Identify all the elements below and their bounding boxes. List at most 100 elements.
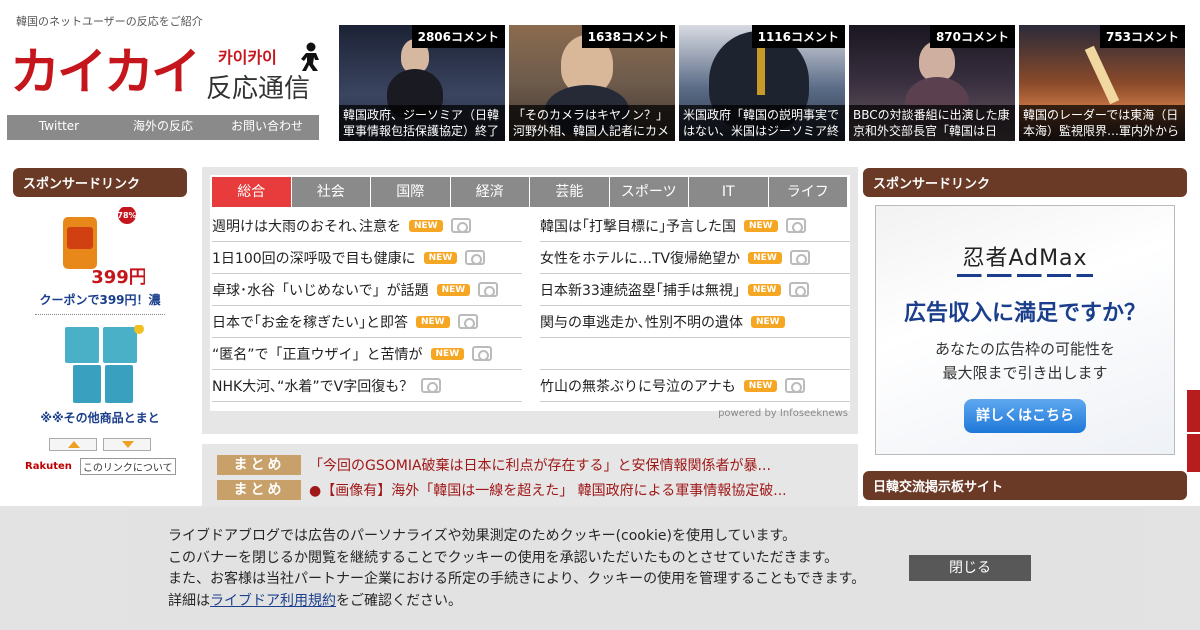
news-item[interactable]: 1日100回の深呼吸で目も健康に NEW: [212, 242, 522, 274]
tab-sports[interactable]: スポーツ: [609, 177, 688, 207]
nav-twitter[interactable]: Twitter: [7, 115, 111, 140]
tab-international[interactable]: 国際: [371, 177, 450, 207]
logo-main-text: カイカイ: [10, 43, 201, 101]
news-tabs: 総合 社会 国際 経済 芸能 スポーツ IT ライフ: [212, 177, 848, 207]
tab-it[interactable]: IT: [689, 177, 768, 207]
cookie-suffix: をご確認ください。: [336, 592, 462, 609]
rakuten-footer: Rakuten このリンクについて: [13, 458, 187, 475]
news-item[interactable]: NHK大河､“水着”でV字回復も？: [212, 370, 522, 402]
cookie-line: 詳細はライブドア利用規約をご確認ください。: [168, 591, 865, 613]
news-item[interactable]: 日本新33連続盗塁｢捕手は無視｣ NEW: [540, 274, 850, 306]
matome-list: まとめ 「今回のGSOMIA破棄は日本に利点が存在する」と安保情報関係者が暴..…: [202, 444, 858, 514]
news-title[interactable]: 卓球･水谷「いじめないで」が話題: [212, 280, 429, 300]
sponsored-links-heading: スポンサードリンク: [13, 168, 187, 197]
matome-link[interactable]: ●【画像有】海外「韓国は一線を超えた」 韓国政府による軍事情報協定破...: [309, 480, 787, 500]
logo-underline: [957, 274, 1093, 277]
admax-banner[interactable]: 忍者AdMax 広告収入に満足ですか？ あなたの広告枠の可能性を 最大限まで引き…: [875, 205, 1175, 455]
top-navigation: Twitter 海外の反応 お問い合わせ: [7, 115, 319, 140]
list-item[interactable]: まとめ ●【画像有】海外「韓国は一線を超えた」 韓国政府による軍事情報協定破..…: [217, 477, 850, 502]
cookie-close-button[interactable]: 閉じる: [909, 555, 1031, 581]
product-link[interactable]: クーポンで399円！濃: [13, 291, 187, 308]
tab-society[interactable]: 社会: [291, 177, 370, 207]
news-item[interactable]: 関与の車逃走か､性別不明の遺体 NEW: [540, 306, 850, 338]
tab-life[interactable]: ライフ: [768, 177, 847, 207]
new-badge: NEW: [744, 219, 778, 232]
news-item[interactable]: 韓国は｢打撃目標に｣予言した国 NEW: [540, 210, 850, 242]
camera-icon: [785, 378, 806, 393]
camera-icon: [785, 218, 806, 233]
rakuten-logo[interactable]: Rakuten: [25, 461, 72, 472]
article-caption: BBCの対談番組に出演した康京和外交部長官「韓国は日: [849, 105, 1015, 141]
diaper-pack-icon: [65, 324, 144, 403]
popular-article-card[interactable]: 2806コメント 韓国政府、ジーソミア（日韓軍事情報包括保護協定）終了: [339, 25, 505, 141]
camera-icon: [450, 218, 471, 233]
news-item[interactable]: 週明けは大雨のおそれ､注意を NEW: [212, 210, 522, 242]
news-title[interactable]: 日本新33連続盗塁｢捕手は無視｣: [540, 280, 740, 300]
cookie-line: ライブドアブログでは広告のパーソナライズや効果測定のためクッキー(cookie)…: [168, 528, 797, 544]
right-sidebar: スポンサードリンク 忍者AdMax 広告収入に満足ですか？ あなたの広告枠の可能…: [863, 168, 1187, 500]
camera-icon: [478, 282, 499, 297]
product-link[interactable]: ※※その他商品とまと: [13, 409, 187, 426]
korea-japan-bbs-heading: 日韓交流掲示板サイト: [863, 471, 1187, 500]
nav-overseas-reaction[interactable]: 海外の反応: [111, 115, 215, 140]
popular-article-card[interactable]: 1638コメント 「そのカメラはキヤノン？」河野外相、韓国人記者にカメ: [509, 25, 675, 141]
news-title[interactable]: 韓国は｢打撃目標に｣予言した国: [540, 216, 736, 236]
news-item[interactable]: 日本で｢お金を稼ぎたい｣と即答 NEW: [212, 306, 522, 338]
nav-contact[interactable]: お問い合わせ: [215, 115, 319, 140]
divider: [35, 314, 165, 315]
scroll-down-button[interactable]: [103, 438, 151, 451]
runner-icon: [301, 42, 319, 71]
side-tab[interactable]: [1187, 434, 1200, 472]
matome-link[interactable]: 「今回のGSOMIA破棄は日本に利点が存在する」と安保情報関係者が暴...: [309, 455, 771, 475]
news-item[interactable]: “匿名”で「正直ウザイ」と苦情が NEW: [212, 338, 522, 370]
tab-general[interactable]: 総合: [212, 177, 291, 207]
tab-entertainment[interactable]: 芸能: [530, 177, 609, 207]
news-title[interactable]: 竹山の無茶ぶりに号泣のアナも: [540, 376, 736, 396]
news-title[interactable]: 女性をホテルに…TV復帰絶望か: [540, 248, 740, 268]
news-title[interactable]: 関与の車逃走か､性別不明の遺体: [540, 312, 743, 332]
product-price: 399円: [91, 267, 145, 287]
tab-economy[interactable]: 経済: [450, 177, 529, 207]
rakuten-product[interactable]: 78% 399円 クーポンで399円！濃: [13, 206, 187, 308]
camera-icon: [457, 314, 478, 329]
carousel-controls: [13, 438, 187, 451]
news-title[interactable]: “匿名”で「正直ウザイ」と苦情が: [212, 344, 423, 364]
arrow-up-icon: [68, 441, 80, 448]
popular-article-card[interactable]: 1116コメント 米国政府「韓国の説明事実ではない、米国はジーソミア終: [679, 25, 845, 141]
article-caption: 韓国政府、ジーソミア（日韓軍事情報包括保護協定）終了: [339, 105, 505, 141]
camera-icon: [789, 282, 810, 297]
rakuten-product[interactable]: ※※その他商品とまと: [13, 324, 187, 426]
ad-details-button[interactable]: 詳しくはこちら: [964, 399, 1086, 433]
new-badge: NEW: [747, 283, 782, 296]
camera-icon: [421, 378, 442, 393]
comment-count: 1116コメント: [751, 25, 845, 48]
news-title[interactable]: NHK大河､“水着”でV字回復も？: [212, 376, 413, 396]
scroll-up-button[interactable]: [49, 438, 97, 451]
news-item[interactable]: 竹山の無茶ぶりに号泣のアナも NEW: [540, 370, 850, 402]
cookie-line: また、お客様は当社パートナー企業における所定の手続きにより、クッキーの使用を管理…: [168, 571, 866, 587]
news-item[interactable]: 卓球･水谷「いじめないで」が話題 NEW: [212, 274, 522, 306]
news-title[interactable]: 日本で｢お金を稼ぎたい｣と即答: [212, 312, 408, 332]
new-badge: NEW: [751, 315, 785, 328]
news-title[interactable]: 1日100回の深呼吸で目も健康に: [212, 248, 416, 268]
popular-article-card[interactable]: 753コメント 韓国のレーダーでは東海（日本海）監視限界…軍内外から: [1019, 25, 1185, 141]
news-item[interactable]: 女性をホテルに…TV復帰絶望か NEW: [540, 242, 850, 274]
terms-link[interactable]: ライブドア利用規約: [210, 593, 336, 609]
about-link-button[interactable]: このリンクについて: [79, 458, 176, 475]
side-tab[interactable]: [1187, 390, 1200, 432]
comment-count: 870コメント: [929, 25, 1015, 48]
powered-by: powered by Infoseeknews: [718, 408, 848, 419]
news-title[interactable]: 週明けは大雨のおそれ､注意を: [212, 216, 401, 236]
news-widget-inner: 総合 社会 国際 経済 芸能 スポーツ IT ライフ 週明けは大雨のおそれ､注意…: [210, 175, 850, 419]
cookie-prefix: 詳細は: [168, 592, 210, 609]
popular-article-card[interactable]: 870コメント BBCの対談番組に出演した康京和外交部長官「韓国は日: [849, 25, 1015, 141]
news-item: [540, 338, 850, 370]
list-item[interactable]: まとめ 「今回のGSOMIA破棄は日本に利点が存在する」と安保情報関係者が暴..…: [217, 452, 850, 477]
product-image: [55, 324, 145, 405]
article-caption: 米国政府「韓国の説明事実ではない、米国はジーソミア終: [679, 105, 845, 141]
camera-icon: [472, 346, 493, 361]
site-logo[interactable]: カイカイ 카이카이 反応通信: [8, 40, 328, 110]
new-badge: NEW: [409, 219, 443, 232]
left-sidebar: スポンサードリンク 78% 399円 クーポンで399円！濃 ※※その他商品とま…: [13, 168, 187, 475]
article-caption: 韓国のレーダーでは東海（日本海）監視限界…軍内外から: [1019, 105, 1185, 141]
